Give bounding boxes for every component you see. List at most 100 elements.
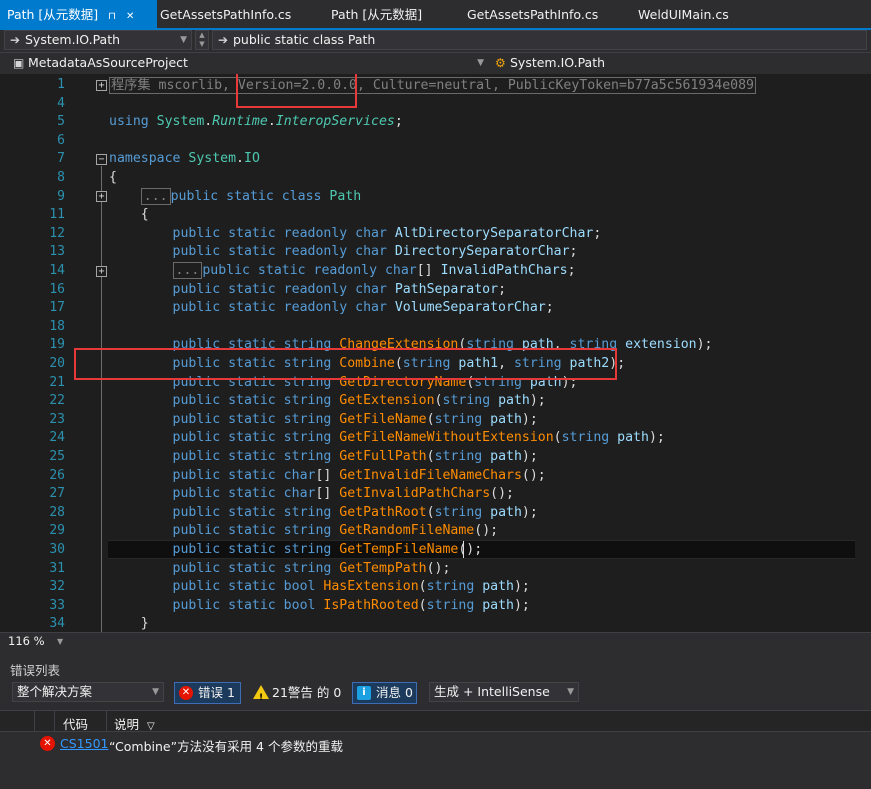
expand-icon[interactable]: + (96, 80, 107, 91)
code-token: path (490, 504, 522, 520)
code-line[interactable]: public static string GetFileName(string … (109, 411, 538, 430)
code-line[interactable]: public static readonly char AltDirectory… (109, 225, 602, 244)
code-token: } (109, 616, 149, 632)
code-line[interactable]: ... public static class Path (109, 187, 361, 207)
collapsed-region[interactable]: ... (172, 262, 203, 279)
errors-filter-button[interactable]: ✕ 错误 1 (174, 682, 241, 704)
code-line[interactable]: using System.Runtime.InteropServices; (109, 113, 403, 132)
build-filter-combo[interactable]: 生成 + IntelliSense ▼ (429, 682, 579, 702)
navigation-bar: ➔ System.IO.Path ▼ ▲ ▼ ➔ public static cl… (0, 30, 871, 52)
code-line[interactable]: public static readonly char PathSeparato… (109, 281, 506, 300)
code-line[interactable]: public static bool IsPathRooted(string p… (109, 597, 530, 616)
code-token: ); (521, 504, 538, 520)
errors-count: 错误 1 (198, 685, 235, 700)
code-editor[interactable]: 1 4 5 6 7 8 9 11 12 13 14 16 17 18 19 20 21 22 23 24 25 26 27 2… (0, 74, 871, 632)
column-divider[interactable] (106, 711, 107, 732)
tab-path-metadata[interactable]: Path [从元数据] (331, 0, 422, 30)
code-token: public static string (172, 523, 340, 539)
line-number: 5 (57, 114, 65, 130)
code-line[interactable]: { (109, 206, 149, 225)
code-line[interactable]: public static readonly char DirectorySep… (109, 243, 578, 262)
nav-spinner[interactable]: ▲ ▼ (195, 30, 209, 50)
project-navigation-bar: ▣ MetadataAsSourceProject ▼ ⚙ System.IO.… (0, 52, 871, 74)
code-token: ( (434, 393, 443, 409)
column-header-code[interactable]: 代码 (63, 714, 88, 733)
zoom-combo[interactable]: 116 % ▼ (5, 634, 65, 649)
code-line[interactable]: ... public static readonly char[] Invalid… (109, 262, 576, 281)
project-combo[interactable]: ▣ MetadataAsSourceProject ▼ (8, 54, 488, 74)
code-token: (); (458, 542, 483, 557)
tab-label: WeldUIMain.cs (638, 7, 729, 22)
text-caret (463, 541, 464, 558)
code-line[interactable]: namespace System.IO (109, 150, 260, 169)
expand-icon[interactable]: + (96, 266, 107, 277)
code-line[interactable]: public static bool HasExtension(string p… (109, 578, 530, 597)
code-token: IO (244, 151, 260, 167)
code-token: extension (625, 337, 697, 353)
tab-path-metadata-active[interactable]: Path [从元数据] ⊓ ✕ (0, 0, 157, 30)
code-token: (); (474, 523, 499, 539)
code-line[interactable]: public static char[] GetInvalidPathChars… (109, 485, 514, 504)
code-token: ; (394, 114, 403, 130)
line-number: 28 (49, 504, 65, 520)
line-number: 4 (57, 95, 65, 111)
column-header-description[interactable]: 说明 ▽ (114, 714, 155, 733)
code-line[interactable]: public static string GetTempFileName(); (109, 541, 483, 560)
tab-label: Path [从元数据] (7, 7, 99, 22)
table-row[interactable]: ✕ CS1501 “Combine”方法没有采用 4 个参数的重载 (0, 732, 871, 756)
code-token: GetInvalidPathChars (339, 486, 491, 502)
code-line[interactable]: } (109, 615, 149, 632)
code-token: public static class (170, 188, 330, 204)
error-list-panel: 错误列表 整个解决方案 ▼ ✕ 错误 1 ! 21警告 的 0 i 消息 0 生… (0, 650, 871, 789)
code-token: public static string (172, 504, 340, 520)
chevron-down-icon: ▼ (57, 637, 64, 646)
arrow-right-icon: ➔ (218, 33, 229, 47)
tab-welduimain[interactable]: WeldUIMain.cs (638, 0, 729, 30)
messages-filter-button[interactable]: i 消息 0 (352, 682, 417, 704)
filter-chevron-icon[interactable]: ▽ (147, 721, 155, 732)
code-line[interactable]: public static char[] GetInvalidFileNameC… (109, 467, 546, 486)
warnings-filter-button[interactable]: ! 21警告 的 0 (248, 682, 344, 704)
line-number: 7 (57, 151, 65, 167)
collapse-icon[interactable]: − (96, 154, 107, 165)
code-line[interactable]: public static string GetPathRoot(string … (109, 504, 538, 523)
collapsed-region[interactable]: ... (140, 187, 171, 205)
member-combo[interactable]: ➔ public static class Path (212, 30, 867, 50)
tab-getassetspathinfo-2[interactable]: GetAssetsPathInfo.cs (467, 0, 598, 30)
error-code-link[interactable]: CS1501 (60, 736, 108, 751)
expand-icon[interactable]: + (96, 191, 107, 202)
type-combo[interactable]: ➔ System.IO.Path ▼ (4, 30, 192, 50)
code-line[interactable]: public static readonly char VolumeSepara… (109, 299, 554, 318)
code-token: public static string (172, 449, 340, 464)
code-line[interactable]: public static string GetTempPath(); (109, 560, 451, 579)
code-line[interactable]: public static string GetFullPath(string … (109, 448, 538, 467)
code-token: path (490, 449, 522, 464)
code-token: public static bool (172, 579, 324, 595)
code-token: 程序集 mscorlib, Version=2.0.0.0, Culture=n… (111, 78, 754, 93)
tab-getassetspathinfo[interactable]: GetAssetsPathInfo.cs (160, 0, 291, 30)
code-token: ( (418, 597, 427, 613)
class-combo[interactable]: ⚙ System.IO.Path (490, 54, 867, 74)
csharp-project-icon: ▣ (13, 56, 25, 70)
code-token: ( (426, 504, 435, 520)
code-line[interactable]: public static string GetRandomFileName()… (109, 522, 499, 541)
code-token: . (267, 114, 276, 130)
code-token: string (426, 597, 483, 613)
code-line[interactable]: public static string GetExtension(string… (109, 392, 546, 411)
tab-label: Path [从元数据] (331, 7, 423, 22)
code-token: GetExtension (339, 393, 435, 409)
code-token: public static readonly char (172, 281, 395, 297)
code-line[interactable]: public static string GetFileNameWithoutE… (109, 429, 665, 448)
code-line[interactable]: { (109, 169, 117, 188)
code-line[interactable]: 程序集 mscorlib, Version=2.0.0.0, Culture=n… (109, 77, 756, 94)
scope-combo[interactable]: 整个解决方案 ▼ (12, 682, 164, 702)
column-divider[interactable] (54, 711, 55, 732)
vertical-scrollbar[interactable] (855, 74, 871, 632)
code-token: ); (513, 579, 530, 595)
